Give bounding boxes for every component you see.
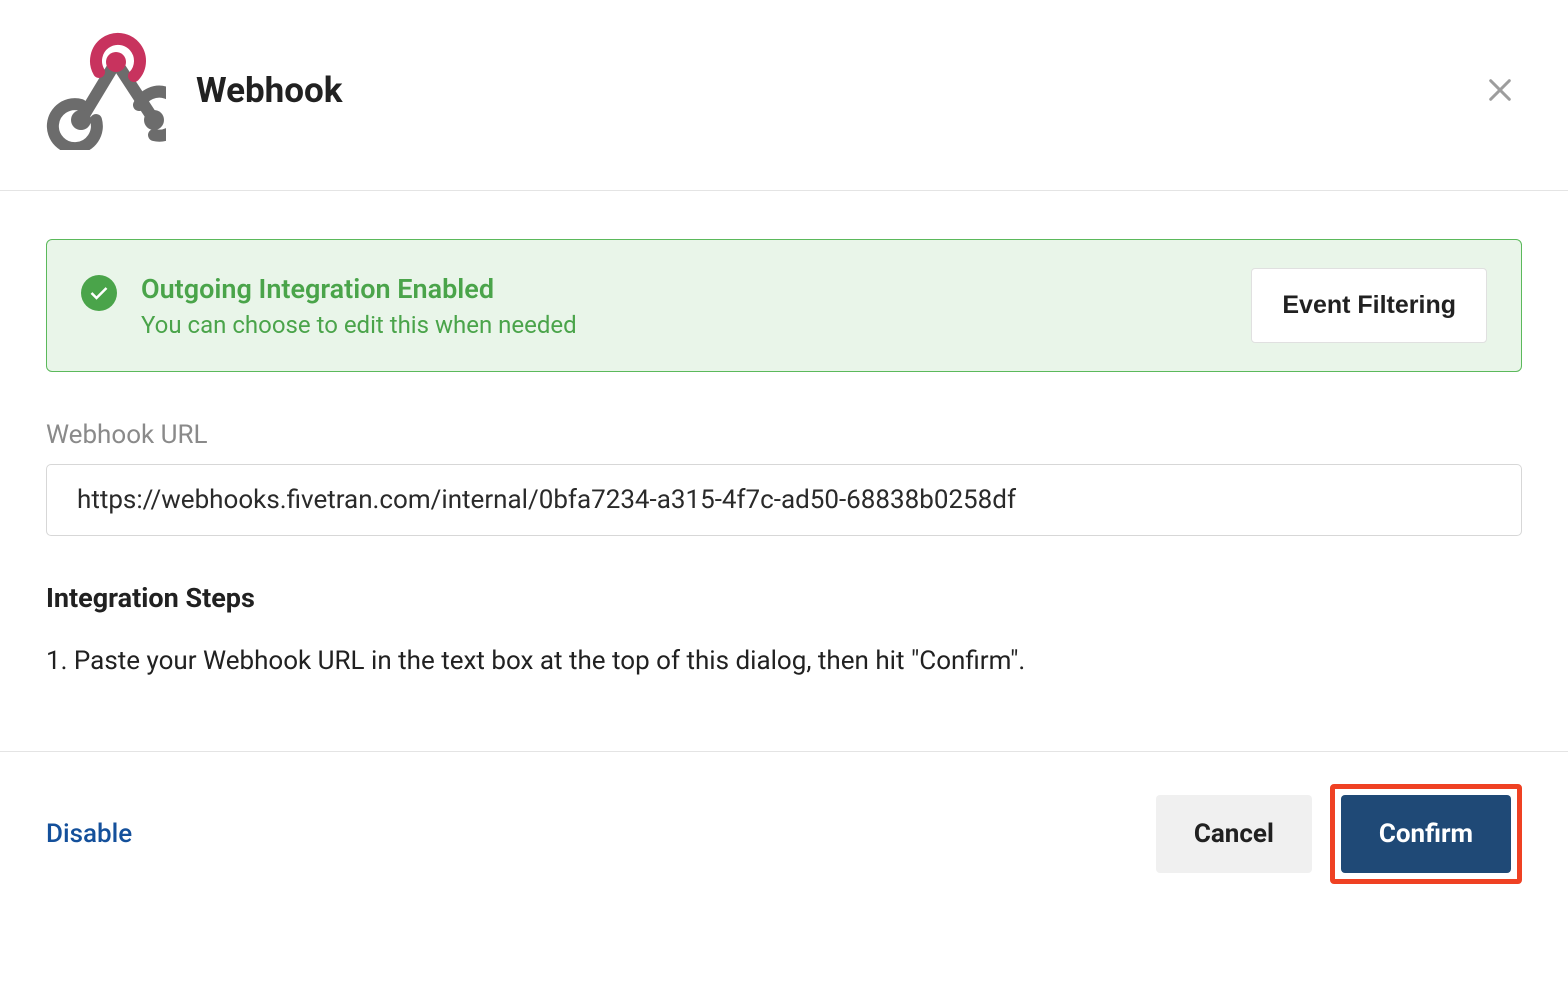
header-left: Webhook (46, 30, 343, 150)
cancel-button[interactable]: Cancel (1156, 795, 1312, 873)
webhook-url-label: Webhook URL (46, 420, 1522, 450)
dialog-header: Webhook (0, 0, 1568, 191)
dialog-body: Outgoing Integration Enabled You can cho… (0, 191, 1568, 721)
disable-link[interactable]: Disable (46, 819, 132, 849)
webhook-url-input[interactable] (46, 464, 1522, 536)
webhook-icon (46, 30, 166, 150)
alert-text: Outgoing Integration Enabled You can cho… (141, 273, 577, 339)
dialog-footer: Disable Cancel Confirm (0, 751, 1568, 884)
footer-actions: Cancel Confirm (1156, 784, 1522, 884)
integration-step-1: 1. Paste your Webhook URL in the text bo… (46, 642, 1522, 681)
alert-title: Outgoing Integration Enabled (141, 273, 577, 305)
confirm-highlight: Confirm (1330, 784, 1522, 884)
alert-subtitle: You can choose to edit this when needed (141, 311, 577, 339)
close-icon (1486, 76, 1514, 104)
page-title: Webhook (196, 70, 343, 111)
integration-steps-heading: Integration Steps (46, 582, 1522, 614)
integration-enabled-alert: Outgoing Integration Enabled You can cho… (46, 239, 1522, 372)
event-filtering-button[interactable]: Event Filtering (1251, 268, 1487, 343)
confirm-button[interactable]: Confirm (1341, 795, 1511, 873)
close-button[interactable] (1478, 68, 1522, 112)
check-circle-icon (81, 275, 117, 311)
alert-left: Outgoing Integration Enabled You can cho… (81, 273, 577, 339)
